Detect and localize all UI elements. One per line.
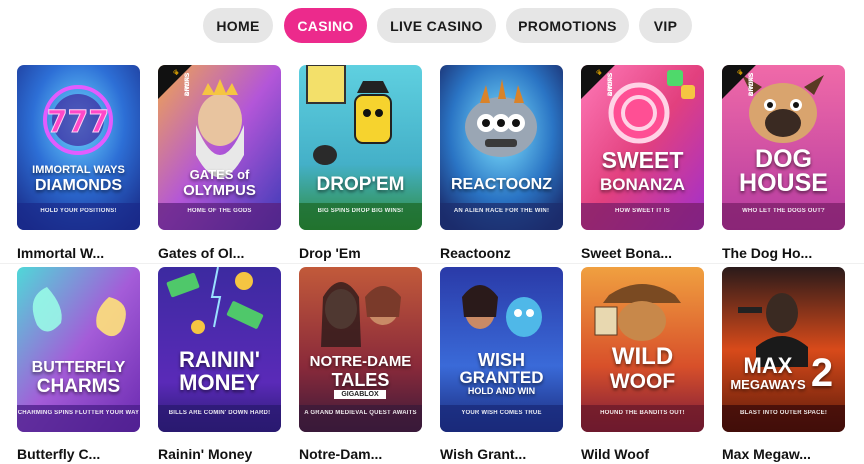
game-tile-notre-dame-tales[interactable]: NOTRE-DAME TALES GIGABLOX A GRAND MEDIEV… xyxy=(299,267,422,432)
game-title[interactable]: Max Megaw... xyxy=(722,446,847,462)
game-art-title-line1: NOTRE-DAME xyxy=(309,353,412,370)
game-tile-rainin-money[interactable]: RAININ' MONEY BILLS ARE COMIN' DOWN HARD… xyxy=(158,267,281,432)
nav-vip[interactable]: VIP xyxy=(639,8,692,43)
game-tile-sweet-bonanza[interactable]: ♛ DROPS & WINS SWEET BONANZA HOW SWEET IT … xyxy=(581,65,704,230)
nav-promotions[interactable]: PROMOTIONS xyxy=(506,8,629,43)
game-tile-gates-of-olympus[interactable]: ♛ DROPS & WINS GATES of OLYMPUS HOME OF TH… xyxy=(158,65,281,230)
game-art-title-line3: HOLD AND WIN xyxy=(467,386,536,396)
game-tagline: BIG SPINS DROP BIG WINS! xyxy=(317,208,404,214)
game-tile-wild-woof[interactable]: WILD WOOF HOUND THE BANDITS OUT! xyxy=(581,267,704,432)
game-title[interactable]: Gates of Ol... xyxy=(158,245,283,261)
game-art-title-line1: GATES of xyxy=(189,167,250,182)
game-art-title-line1: WISH xyxy=(478,350,525,370)
game-tagline: HOW SWEET IT IS xyxy=(615,208,670,214)
game-art-title-line2: OLYMPUS xyxy=(183,182,256,199)
nav-casino[interactable]: CASINO xyxy=(284,8,367,43)
row-divider xyxy=(0,263,864,264)
drops-and-wins-badge: ♛ DROPS & WINS xyxy=(722,65,770,113)
game-art xyxy=(440,65,563,230)
game-art-title-line1: IMMORTAL WAYS xyxy=(32,164,125,176)
game-tagline: WHO LET THE DOGS OUT? xyxy=(742,208,825,214)
game-art-title-line2: WOOF xyxy=(609,370,676,393)
game-title[interactable]: Drop 'Em xyxy=(299,245,424,261)
game-title[interactable]: The Dog Ho... xyxy=(722,245,847,261)
game-tagline: AN ALIEN RACE FOR THE WIN! xyxy=(453,208,550,214)
game-tagline: CHARMING SPINS FLUTTER YOUR WAY xyxy=(17,410,140,416)
game-title[interactable]: Sweet Bona... xyxy=(581,245,706,261)
game-art-title-line1: SWEET xyxy=(601,147,684,173)
game-art: 777 xyxy=(17,65,140,230)
drops-and-wins-badge: ♛ DROPS & WINS xyxy=(581,65,629,113)
game-tagline: A GRAND MEDIEVAL QUEST AWAITS xyxy=(304,410,417,416)
game-art-title-line2: DIAMONDS xyxy=(34,177,123,194)
game-tile-max-megaways-2[interactable]: MAX MEGAWAYS 2 BLAST INTO OUTER SPACE! xyxy=(722,267,845,432)
game-art-title-line2: REACTOONZ xyxy=(450,176,553,193)
game-title[interactable]: Notre-Dam... xyxy=(299,446,424,462)
game-tile-reactoonz[interactable]: REACTOONZ AN ALIEN RACE FOR THE WIN! xyxy=(440,65,563,230)
game-art-title-line1: WILD xyxy=(611,343,674,370)
game-tagline: HOUND THE BANDITS OUT! xyxy=(600,410,685,416)
game-title[interactable]: Wish Grant... xyxy=(440,446,565,462)
game-tagline: BILLS ARE COMIN' DOWN HARD! xyxy=(168,410,271,416)
game-art-title-line2: MONEY xyxy=(179,370,260,395)
category-nav: HOME CASINO LIVE CASINO PROMOTIONS VIP xyxy=(0,8,864,44)
game-art-title-line2: DROP'EM xyxy=(316,174,405,195)
game-art-title-line1: RAININ' xyxy=(178,347,260,372)
game-tile-immortal-ways-diamonds[interactable]: 777 IMMORTAL WAYS DIAMONDS HOLD YOUR POS… xyxy=(17,65,140,230)
game-art-title-line1: MAX xyxy=(743,353,793,378)
game-title[interactable]: Rainin' Money xyxy=(158,446,283,462)
game-title[interactable]: Butterfly C... xyxy=(17,446,142,462)
game-art-title-line2: BONANZA xyxy=(600,175,685,194)
game-art-title-line2: MEGAWAYS xyxy=(730,377,806,392)
game-title[interactable]: Wild Woof xyxy=(581,446,706,462)
drops-and-wins-badge: ♛ DROPS & WINS xyxy=(158,65,206,113)
game-art xyxy=(299,267,422,432)
game-tile-the-dog-house[interactable]: ♛ DROPS & WINS DOG HOUSE WHO LET THE DOGS … xyxy=(722,65,845,230)
game-tagline: HOLD YOUR POSITIONS! xyxy=(40,208,117,214)
game-art xyxy=(299,65,422,230)
game-tile-drop-em[interactable]: DROP'EM BIG SPINS DROP BIG WINS! xyxy=(299,65,422,230)
nav-live-casino[interactable]: LIVE CASINO xyxy=(377,8,496,43)
game-tagline: YOUR WISH COMES TRUE xyxy=(461,410,542,416)
game-art-title-line2: TALES xyxy=(331,370,390,390)
game-art xyxy=(17,267,140,432)
game-art-title-line1: BUTTERFLY xyxy=(31,359,126,376)
svg-text:777: 777 xyxy=(47,105,110,140)
game-tagline: BLAST INTO OUTER SPACE! xyxy=(739,410,828,416)
game-art xyxy=(722,267,845,432)
game-art-title-line2: HOUSE xyxy=(739,169,828,197)
game-title[interactable]: Immortal W... xyxy=(17,245,142,261)
game-art-title-line3: 2 xyxy=(810,351,834,395)
game-art-title-line2: CHARMS xyxy=(36,376,121,397)
game-tagline: HOME OF THE GODS xyxy=(187,208,252,214)
game-tile-butterfly-charms[interactable]: BUTTERFLY CHARMS CHARMING SPINS FLUTTER … xyxy=(17,267,140,432)
nav-home[interactable]: HOME xyxy=(203,8,273,43)
game-art-title-line2: GRANTED xyxy=(459,368,544,387)
game-tile-wish-granted[interactable]: WISH GRANTED HOLD AND WIN YOUR WISH COME… xyxy=(440,267,563,432)
game-title[interactable]: Reactoonz xyxy=(440,245,565,261)
game-art-title-line3: GIGABLOX xyxy=(334,390,386,399)
